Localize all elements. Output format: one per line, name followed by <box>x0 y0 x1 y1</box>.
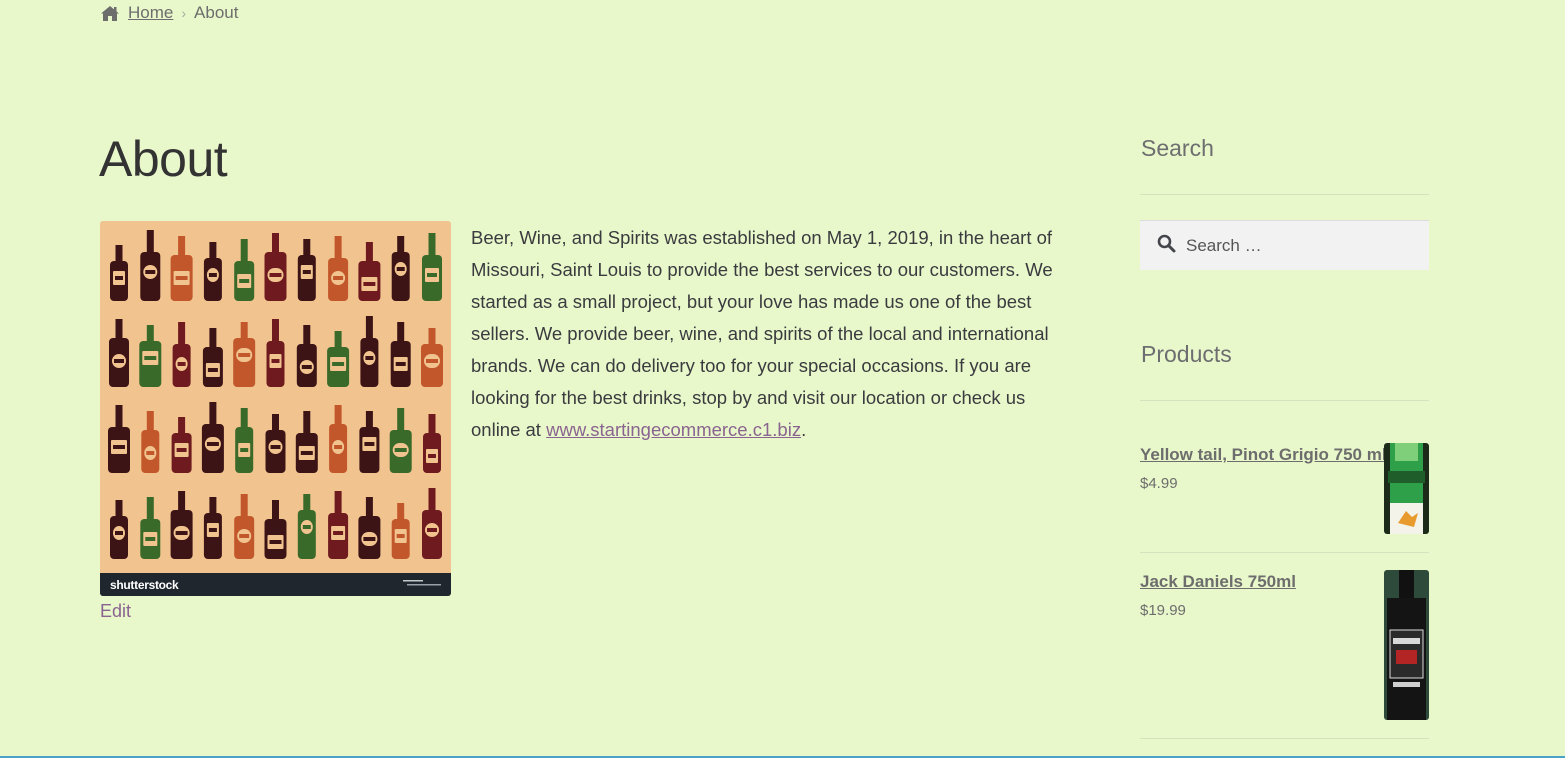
bottles-illustration-image: shutterstock <box>100 221 451 596</box>
products-widget-title: Products <box>1141 341 1232 367</box>
bottle-graphic <box>358 497 381 559</box>
breadcrumb-current: About <box>194 3 239 22</box>
bottle-graphic <box>234 239 255 301</box>
bottle-graphic <box>110 500 128 559</box>
bottle-graphic <box>360 316 379 387</box>
bottle-graphic <box>328 491 349 559</box>
bottle-graphic <box>170 236 193 301</box>
bottle-graphic <box>109 319 129 387</box>
bottle-graphic <box>390 322 411 387</box>
bottle-graphic <box>297 494 316 559</box>
product-item: Jack Daniels 750ml $19.99 <box>1140 570 1429 722</box>
bottle-graphic <box>140 497 161 559</box>
watermark-bar: shutterstock <box>100 573 451 596</box>
bottle-graphic <box>234 494 255 559</box>
bottle-graphic <box>296 325 317 387</box>
bottle-graphic <box>329 405 348 473</box>
bottle-graphic <box>235 408 254 473</box>
bottle-graphic <box>264 500 287 559</box>
bottle-graphic <box>139 325 162 387</box>
divider <box>1140 552 1429 553</box>
bottle-graphic <box>391 236 410 301</box>
search-widget-title: Search <box>1141 135 1214 161</box>
watermark-brand: shutterstock <box>110 577 179 592</box>
bottle-graphic <box>233 322 256 387</box>
search-field-container[interactable] <box>1140 220 1429 270</box>
search-icon <box>1157 234 1176 258</box>
bottle-graphic <box>389 408 412 473</box>
website-link[interactable]: www.startingecommerce.c1.biz <box>546 419 801 440</box>
bottle-graphic <box>391 503 410 559</box>
page: Home › About About shutterstock Beer, Wi… <box>0 0 1565 758</box>
divider <box>1140 194 1429 195</box>
bottle-graphic <box>201 402 224 473</box>
bottle-graphic <box>266 319 285 387</box>
chevron-right-icon: › <box>181 5 187 21</box>
watermark-id-graphic <box>403 579 441 591</box>
bottle-graphic <box>295 411 318 473</box>
breadcrumb: Home › About <box>100 2 238 24</box>
divider <box>1140 738 1429 739</box>
breadcrumb-home-link[interactable]: Home <box>128 3 173 23</box>
search-input[interactable] <box>1186 235 1416 256</box>
about-body-text: Beer, Wine, and Spirits was established … <box>471 227 1053 440</box>
bottle-graphic <box>359 411 380 473</box>
bottle-graphic <box>328 236 349 301</box>
bottle-graphic <box>172 322 191 387</box>
product-item: Yellow tail, Pinot Grigio 750 ml $4.99 <box>1140 443 1429 535</box>
bottle-graphic <box>264 233 287 301</box>
whiskey-bottle-thumbnail[interactable] <box>1384 570 1429 720</box>
edit-link[interactable]: Edit <box>100 601 131 622</box>
bottle-graphic <box>110 245 128 301</box>
bottle-graphic <box>297 239 316 301</box>
about-body-end: . <box>801 419 807 440</box>
home-icon[interactable] <box>100 5 120 22</box>
wine-bottle-thumbnail[interactable] <box>1384 443 1429 534</box>
bottle-graphic <box>358 242 381 301</box>
bottle-graphic <box>421 328 443 387</box>
about-description: Beer, Wine, and Spirits was established … <box>471 222 1071 446</box>
bottle-graphic <box>422 488 442 559</box>
bottle-graphic <box>141 411 160 473</box>
bottle-graphic <box>203 242 222 301</box>
bottle-graphic <box>203 497 222 559</box>
bottle-graphic <box>171 417 192 473</box>
bottle-graphic <box>140 230 161 301</box>
bottle-graphic <box>422 233 442 301</box>
bottle-graphic <box>423 414 441 473</box>
bottle-graphic <box>170 491 193 559</box>
page-title: About <box>99 131 228 187</box>
bottle-graphic <box>265 414 286 473</box>
bottle-graphic <box>202 328 223 387</box>
divider <box>1140 400 1429 401</box>
bottle-graphic <box>108 405 130 473</box>
bottle-graphic <box>327 331 350 387</box>
